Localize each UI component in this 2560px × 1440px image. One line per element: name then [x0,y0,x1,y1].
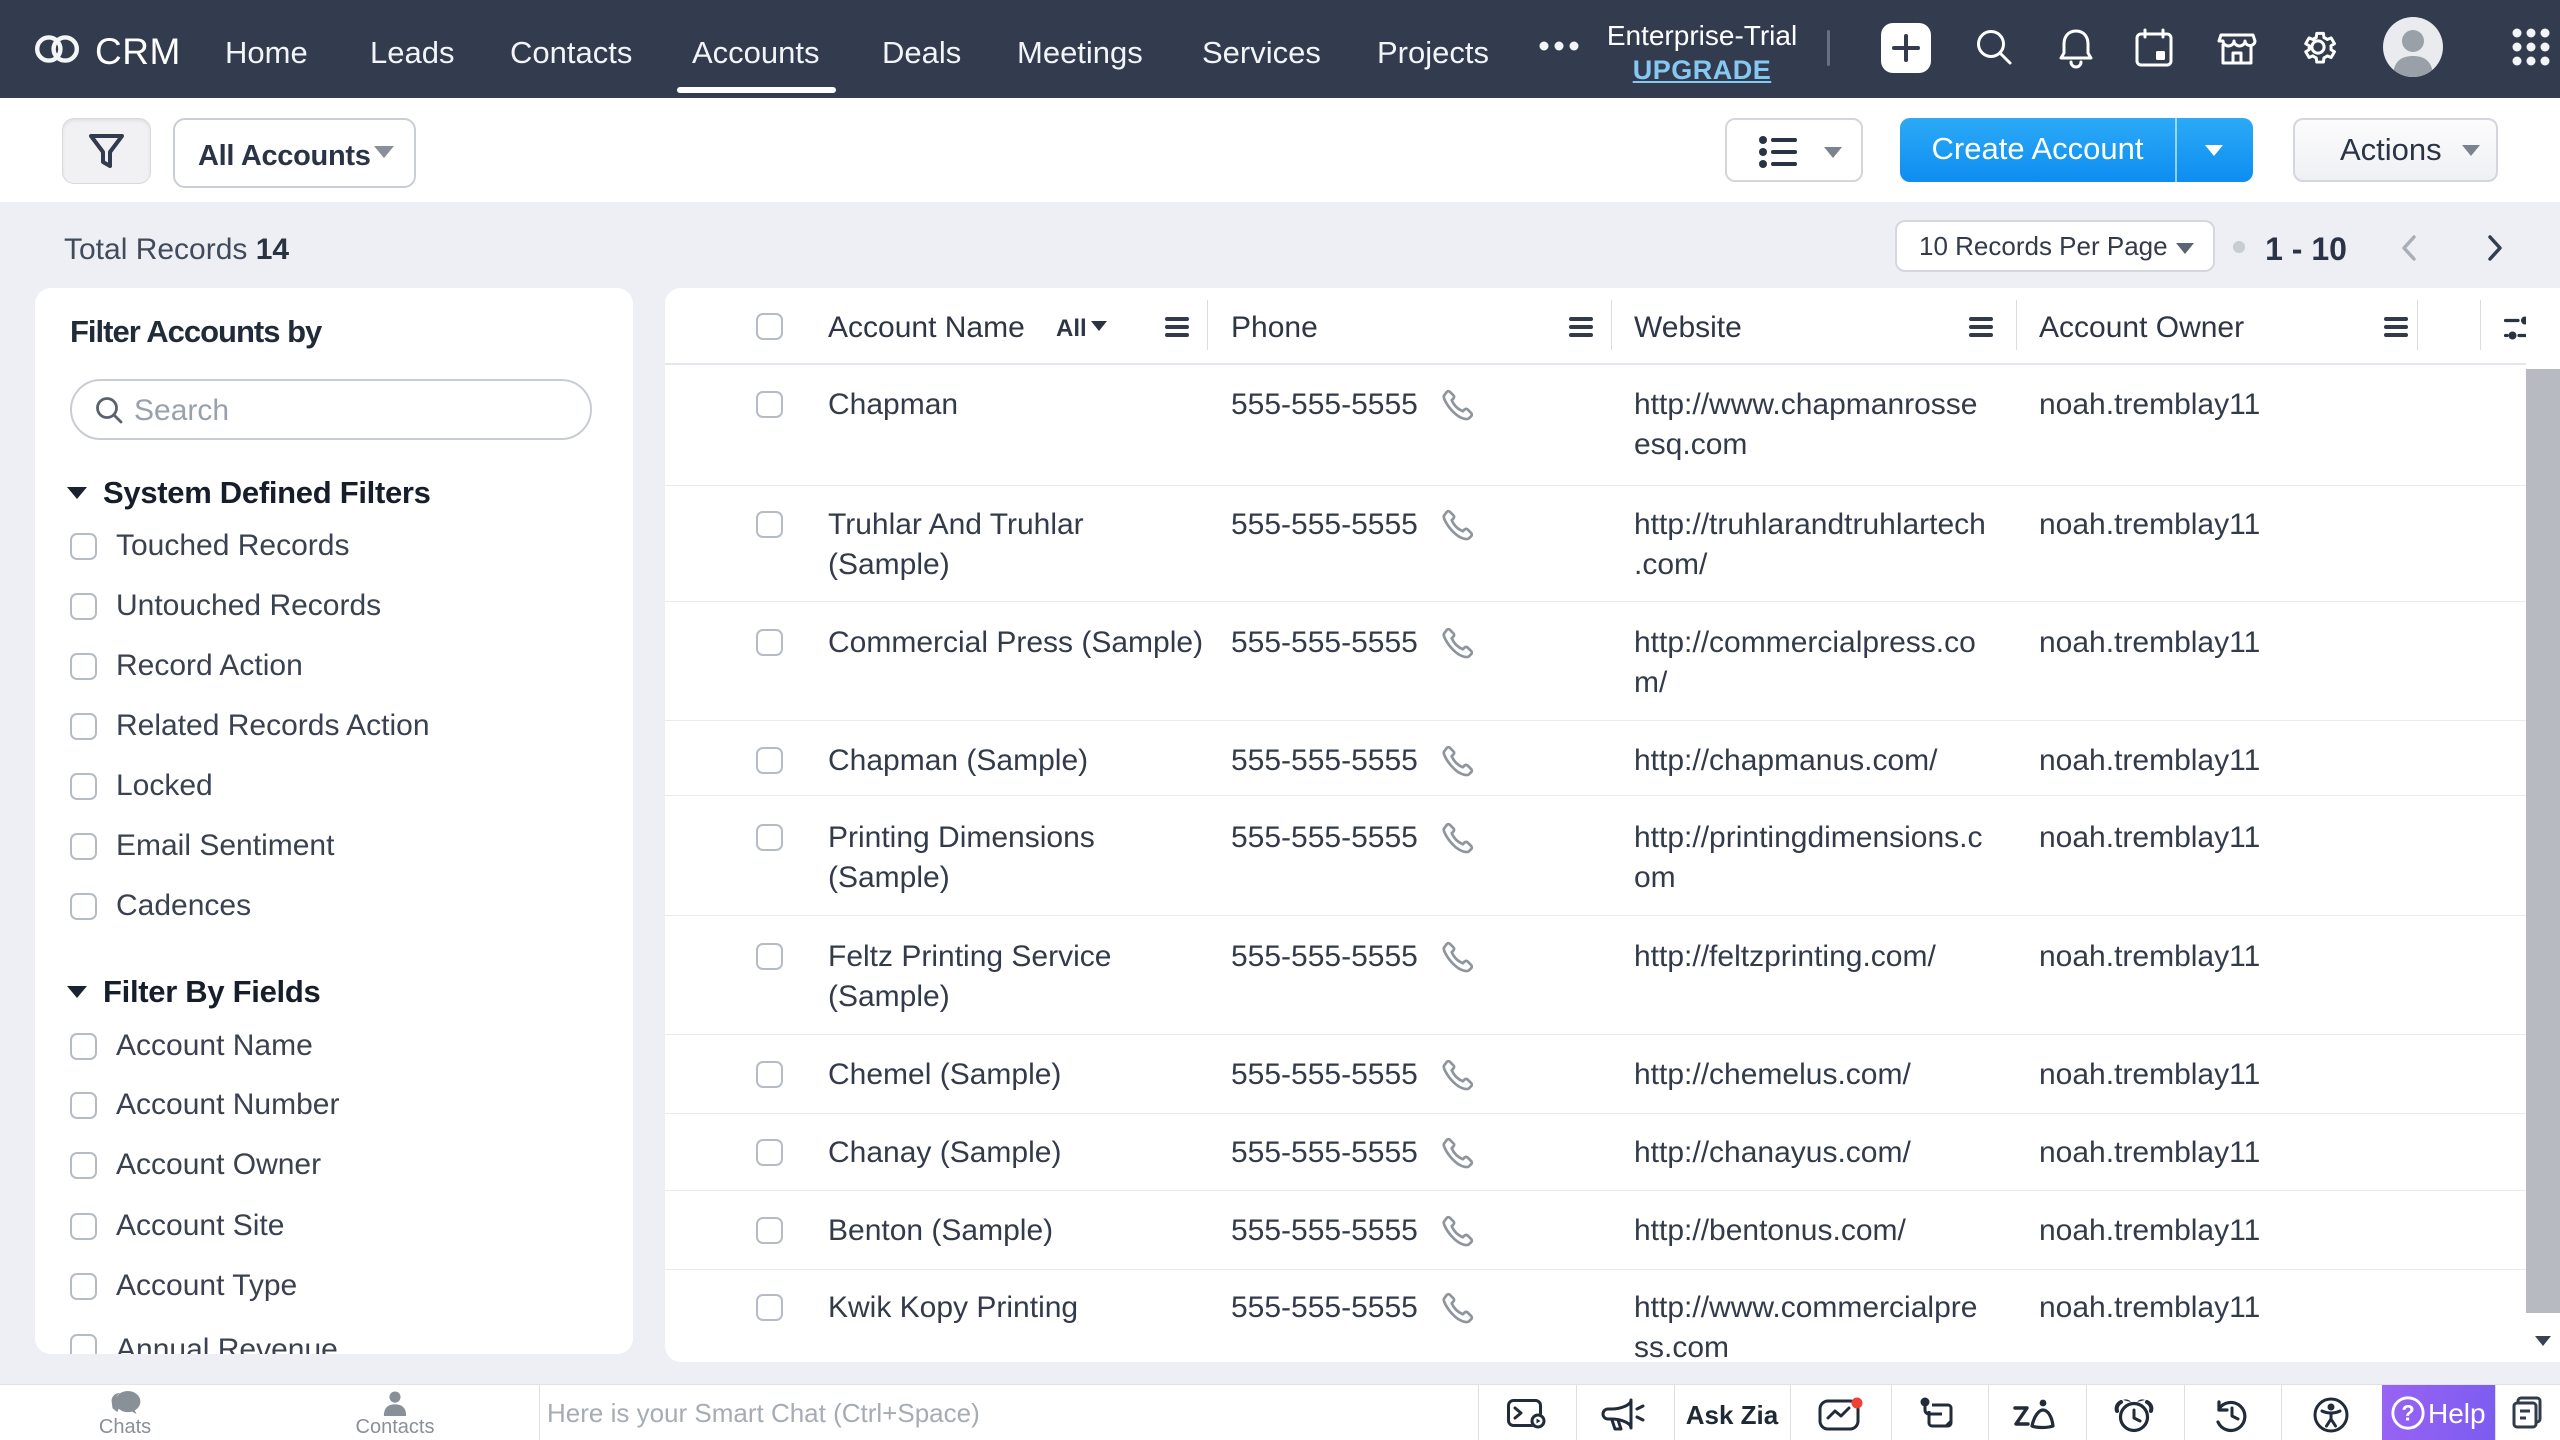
svg-text:?: ? [2401,1401,2414,1426]
